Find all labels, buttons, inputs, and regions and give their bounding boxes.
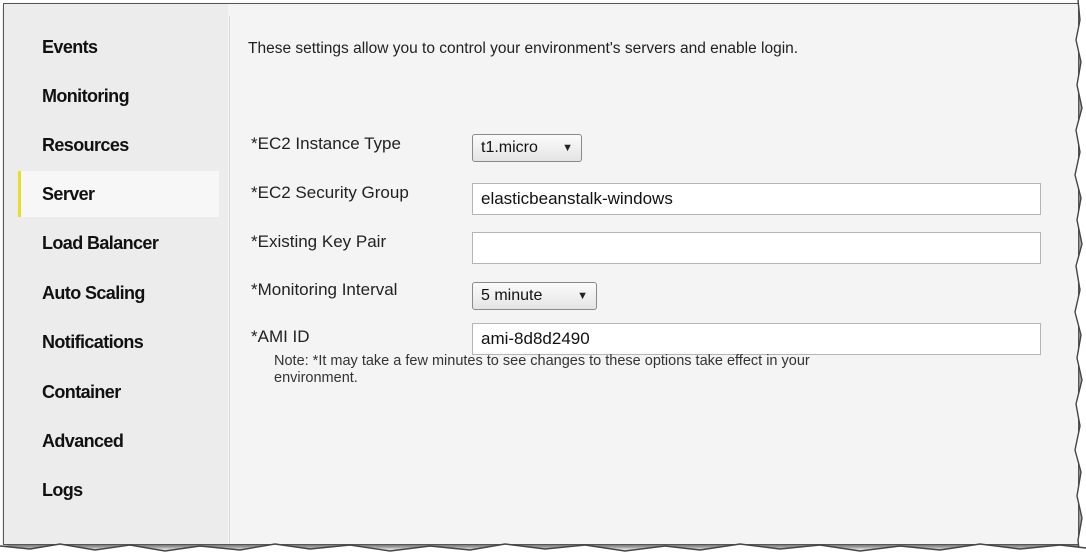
intro-text: These settings allow you to control your… [248,40,799,57]
ami-id-value: ami-8d8d2490 [481,329,590,348]
note-text: Note: *It may take a few minutes to see … [274,353,810,386]
sidebar-item-notifications[interactable]: Notifications [18,319,219,365]
key-pair-input[interactable] [472,232,1041,264]
sidebar-nav: Events Monitoring Resources Server Load … [4,4,228,544]
ami-id-label: *AMI ID [251,327,310,346]
torn-edge-bottom [0,543,1086,560]
torn-edge-right [1074,0,1086,560]
server-settings-panel: These settings allow you to control your… [229,16,1078,544]
ami-id-input[interactable]: ami-8d8d2490 [472,323,1041,355]
sidebar-item-auto-scaling[interactable]: Auto Scaling [18,270,219,316]
sidebar-item-events[interactable]: Events [18,24,219,70]
security-group-label: *EC2 Security Group [251,183,409,202]
sidebar-item-container[interactable]: Container [18,369,219,415]
sidebar-item-server[interactable]: Server [18,171,219,217]
instance-type-value: t1.micro [481,139,538,156]
instance-type-label: *EC2 Instance Type [251,134,401,153]
sidebar-item-monitoring[interactable]: Monitoring [18,73,219,119]
chevron-down-icon: ▼ [562,142,573,154]
sidebar-item-load-balancer[interactable]: Load Balancer [18,220,219,266]
instance-type-select[interactable]: t1.micro ▼ [472,134,582,162]
security-group-input[interactable]: elasticbeanstalk-windows [472,183,1041,215]
sidebar-item-resources[interactable]: Resources [18,122,219,168]
key-pair-label: *Existing Key Pair [251,232,387,251]
monitoring-interval-value: 5 minute [481,287,543,304]
security-group-value: elasticbeanstalk-windows [481,189,673,208]
settings-window: Events Monitoring Resources Server Load … [3,3,1079,545]
monitoring-interval-select[interactable]: 5 minute ▼ [472,282,597,310]
chevron-down-icon: ▼ [577,290,588,302]
monitoring-interval-label: *Monitoring Interval [251,280,398,299]
sidebar-item-advanced[interactable]: Advanced [18,418,219,464]
sidebar-item-logs[interactable]: Logs [18,467,219,513]
